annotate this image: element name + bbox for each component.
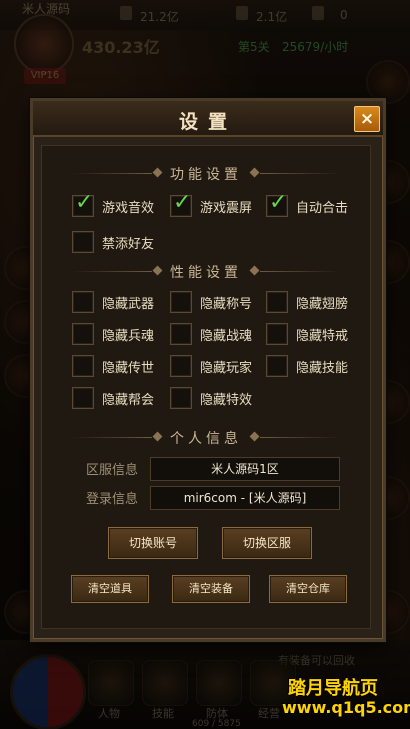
close-icon: × (359, 108, 375, 129)
switch-server-button[interactable]: 切换区服 (222, 527, 312, 559)
login-info-label: 登录信息 (86, 492, 139, 507)
dialog-title: 设置 (178, 111, 237, 133)
option-hide-effects[interactable]: 隐藏特效 (170, 386, 252, 410)
clear-equipment-button[interactable]: 清空装备 (172, 575, 250, 603)
option-label: 自动合击 (296, 200, 349, 216)
option-label: 隐藏特效 (200, 392, 253, 408)
option-hide-players[interactable]: 隐藏玩家 (170, 354, 252, 378)
check-icon: ✓ (75, 190, 94, 215)
settings-panel: 功能设置 ✓ 游戏音效 ✓ 游戏震屏 ✓ 自动合击 禁添好友 性能设置 隐藏武器… (41, 145, 371, 629)
option-label: 隐藏战魂 (200, 328, 253, 344)
option-label: 隐藏称号 (200, 296, 253, 312)
dialog-title-bar: 设置 × (33, 101, 383, 137)
option-label: 隐藏传世 (102, 360, 155, 376)
option-label: 隐藏特戒 (296, 328, 349, 344)
option-auto-combo[interactable]: ✓ 自动合击 (266, 190, 349, 218)
divider-line (260, 437, 340, 438)
checkbox[interactable]: ✓ (266, 190, 288, 217)
function-section-header: 功能设置 (42, 164, 370, 183)
display-section-title: 性能设置 (170, 265, 242, 281)
option-label: 隐藏翅膀 (296, 296, 349, 312)
option-label: 隐藏技能 (296, 360, 349, 376)
checkbox[interactable] (266, 355, 288, 377)
check-icon: ✓ (269, 190, 288, 215)
checkbox[interactable] (170, 355, 192, 377)
display-section-header: 性能设置 (42, 262, 370, 281)
option-label: 隐藏兵魂 (102, 328, 155, 344)
checkbox[interactable] (72, 291, 94, 313)
login-info-field: mir6com - [米人源码] (150, 486, 340, 510)
function-section-title: 功能设置 (170, 167, 242, 183)
option-label: 禁添好友 (102, 236, 155, 252)
option-hide-guild[interactable]: 隐藏帮会 (72, 386, 154, 410)
option-label: 游戏音效 (102, 200, 155, 216)
checkbox[interactable]: ✓ (170, 190, 192, 217)
option-hide-skills[interactable]: 隐藏技能 (266, 354, 348, 378)
option-sound[interactable]: ✓ 游戏音效 (72, 190, 155, 218)
checkbox[interactable] (72, 387, 94, 409)
checkbox[interactable] (266, 323, 288, 345)
clear-warehouse-button[interactable]: 清空仓库 (269, 575, 347, 603)
option-hide-legend[interactable]: 隐藏传世 (72, 354, 154, 378)
server-info-field: 米人源码1区 (150, 457, 340, 481)
settings-dialog: 设置 × 功能设置 ✓ 游戏音效 ✓ 游戏震屏 ✓ 自动合击 禁添好友 性能设置… (30, 98, 386, 642)
watermark-url: www.q1q5.com (282, 698, 410, 717)
option-hide-special-ring[interactable]: 隐藏特戒 (266, 322, 348, 346)
personal-section-title: 个人信息 (170, 431, 242, 447)
option-hide-soldier-soul[interactable]: 隐藏兵魂 (72, 322, 154, 346)
switch-account-button[interactable]: 切换账号 (108, 527, 198, 559)
option-block-friends[interactable]: 禁添好友 (72, 230, 154, 254)
checkbox[interactable] (170, 387, 192, 409)
option-label: 隐藏武器 (102, 296, 155, 312)
checkbox[interactable] (170, 291, 192, 313)
divider-line (260, 173, 340, 174)
option-label: 隐藏玩家 (200, 360, 253, 376)
checkbox[interactable] (266, 291, 288, 313)
check-icon: ✓ (173, 190, 192, 215)
server-info-label: 区服信息 (86, 463, 139, 478)
option-screen-shake[interactable]: ✓ 游戏震屏 (170, 190, 253, 218)
option-hide-wings[interactable]: 隐藏翅膀 (266, 290, 348, 314)
watermark-title: 踏月导航页 (288, 678, 378, 699)
option-hide-title[interactable]: 隐藏称号 (170, 290, 252, 314)
checkbox[interactable]: ✓ (72, 190, 94, 217)
checkbox[interactable] (170, 323, 192, 345)
option-hide-weapon[interactable]: 隐藏武器 (72, 290, 154, 314)
checkbox[interactable] (72, 323, 94, 345)
option-hide-war-soul[interactable]: 隐藏战魂 (170, 322, 252, 346)
option-label: 隐藏帮会 (102, 392, 155, 408)
game-screen: 米人源码 21.2亿 2.1亿 0 430.23亿 第5关 25679/小时 V… (0, 0, 410, 729)
close-button[interactable]: × (354, 106, 380, 132)
checkbox[interactable] (72, 231, 94, 253)
personal-section-header: 个人信息 (42, 428, 370, 447)
checkbox[interactable] (72, 355, 94, 377)
clear-items-button[interactable]: 清空道具 (71, 575, 149, 603)
option-label: 游戏震屏 (200, 200, 253, 216)
divider-line (260, 271, 340, 272)
